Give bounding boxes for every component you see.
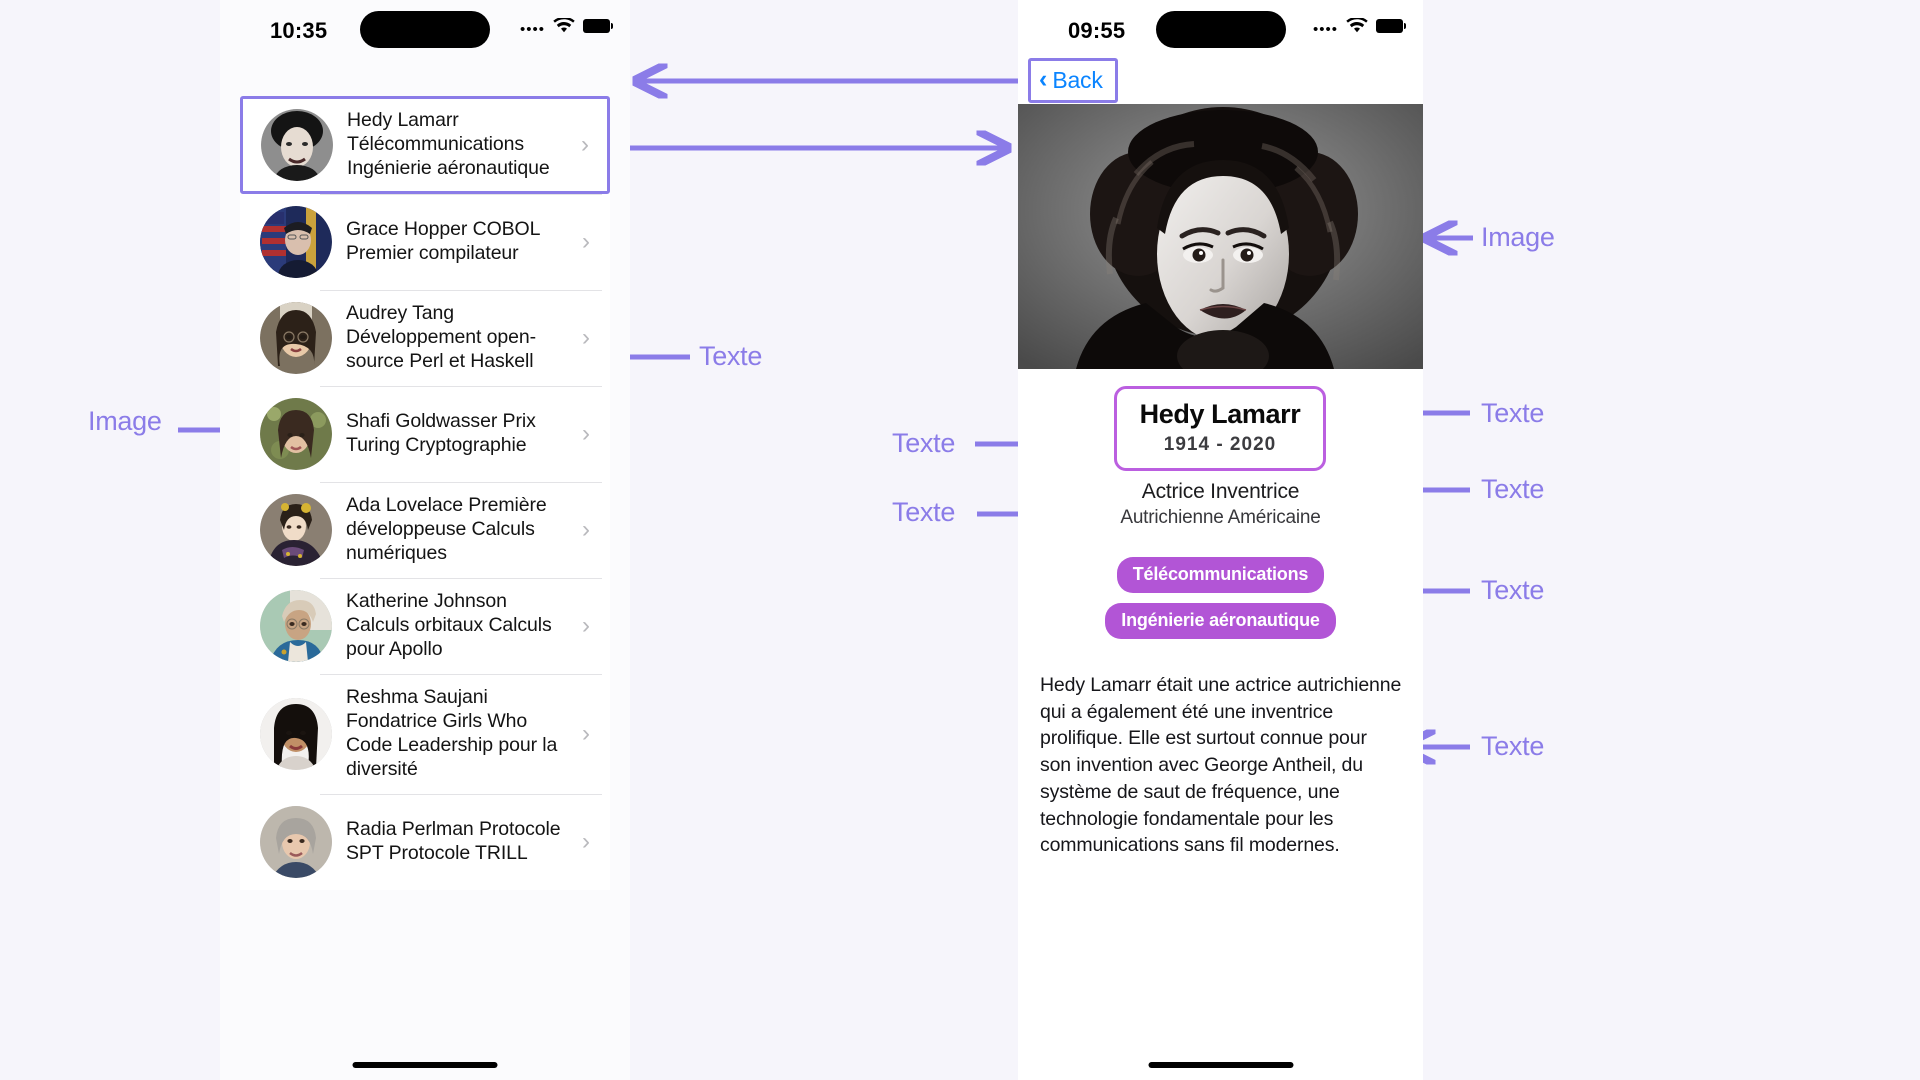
dynamic-island bbox=[1155, 11, 1286, 48]
list-item[interactable]: Grace Hopper COBOL Premier compilateur › bbox=[240, 194, 610, 290]
status-bar-indicators: •••• bbox=[519, 18, 613, 38]
chevron-right-icon: › bbox=[582, 324, 590, 351]
person-name: Hedy Lamarr bbox=[1139, 399, 1301, 429]
dynamic-island bbox=[360, 11, 490, 48]
hedy-lamarr-portrait bbox=[1018, 104, 1423, 369]
list-item-label: Audrey Tang Développement open-source Pe… bbox=[346, 302, 536, 372]
status-bar-indicators: •••• bbox=[1312, 18, 1406, 38]
status-bar-time: 09:55 bbox=[1068, 18, 1126, 43]
person-dates: 1914 - 2020 bbox=[1163, 434, 1277, 455]
annotation-text-list: Texte bbox=[699, 341, 763, 371]
radia-perlman-avatar bbox=[260, 805, 332, 878]
chevron-right-icon: › bbox=[581, 131, 589, 158]
signal-dots-icon: •••• bbox=[519, 20, 545, 38]
list-item-label: Shafi Goldwasser Prix Turing Cryptograph… bbox=[346, 410, 536, 456]
tag-badge[interactable]: Ingénierie aéronautique bbox=[1105, 603, 1336, 639]
person-roles: Actrice Inventrice bbox=[1141, 480, 1300, 503]
tag-list: Télécommunications Ingénierie aéronautiq… bbox=[1018, 557, 1423, 639]
home-indicator bbox=[352, 1062, 498, 1068]
chevron-right-icon: › bbox=[582, 420, 590, 447]
name-card: Hedy Lamarr 1914 - 2020 bbox=[1114, 386, 1326, 471]
list-item[interactable]: Ada Lovelace Première développeuse Calcu… bbox=[240, 482, 610, 578]
phone-detail-screen: 09:55 •••• ‹ Back Hedy Lamarr 1914 - 202… bbox=[1018, 0, 1423, 1080]
annotation-image-detail: Image bbox=[1481, 222, 1555, 252]
list-item[interactable]: Radia Perlman Protocole SPT Protocole TR… bbox=[240, 793, 610, 890]
chevron-right-icon: › bbox=[582, 827, 590, 855]
home-indicator bbox=[1148, 1062, 1293, 1068]
chevron-right-icon: › bbox=[582, 516, 590, 543]
list-item[interactable]: Shafi Goldwasser Prix Turing Cryptograph… bbox=[240, 386, 610, 482]
annotation-text-dates: Texte bbox=[892, 428, 956, 458]
status-bar-list: 10:35 •••• bbox=[220, 0, 630, 76]
back-button[interactable]: ‹ Back bbox=[1028, 58, 1118, 103]
grace-hopper-avatar bbox=[260, 206, 332, 278]
signal-dots-icon: •••• bbox=[1312, 20, 1338, 38]
battery-icon bbox=[1376, 19, 1406, 33]
biography-text: Hedy Lamarr était une actrice autrichien… bbox=[1040, 674, 1402, 857]
wifi-icon bbox=[553, 18, 575, 34]
list-item-label: Reshma Saujani Fondatrice Girls Who Code… bbox=[346, 686, 558, 780]
people-list: Hedy Lamarr Télécommunications Ingénieri… bbox=[240, 96, 610, 890]
chevron-right-icon: › bbox=[582, 719, 590, 747]
reshma-saujani-avatar bbox=[260, 697, 332, 770]
phone-list-screen: 10:35 •••• Hedy Lamarr Télécommunication… bbox=[220, 0, 630, 1080]
annotation-text-roles: Texte bbox=[1481, 474, 1545, 504]
annotation-text-nationalities: Texte bbox=[892, 497, 956, 527]
list-item[interactable]: Hedy Lamarr Télécommunications Ingénieri… bbox=[240, 96, 610, 194]
tag-badge[interactable]: Télécommunications bbox=[1116, 557, 1325, 593]
screenshot-stage: Image Texte Image Texte Texte Texte Text… bbox=[0, 0, 1920, 1080]
chevron-right-icon: › bbox=[582, 228, 590, 255]
list-item-label: Katherine Johnson Calculs orbitaux Calcu… bbox=[346, 590, 552, 660]
back-button-label: Back bbox=[1052, 67, 1103, 93]
list-item-label: Radia Perlman Protocole SPT Protocole TR… bbox=[346, 817, 561, 864]
hedy-lamarr-avatar bbox=[261, 109, 333, 181]
ada-lovelace-avatar bbox=[260, 494, 332, 566]
chevron-right-icon: › bbox=[582, 612, 590, 639]
list-item[interactable]: Audrey Tang Développement open-source Pe… bbox=[240, 290, 610, 386]
annotation-text-bio: Texte bbox=[1481, 731, 1545, 761]
annotation-text-tags: Texte bbox=[1481, 575, 1545, 605]
audrey-tang-avatar bbox=[260, 302, 332, 374]
annotation-image-list: Image bbox=[88, 406, 162, 436]
list-item[interactable]: Katherine Johnson Calculs orbitaux Calcu… bbox=[240, 578, 610, 674]
list-item-label: Ada Lovelace Première développeuse Calcu… bbox=[346, 494, 547, 564]
status-bar-time: 10:35 bbox=[270, 18, 328, 43]
katherine-johnson-avatar bbox=[260, 590, 332, 662]
wifi-icon bbox=[1346, 18, 1368, 34]
list-item-label: Grace Hopper COBOL Premier compilateur bbox=[346, 218, 540, 264]
battery-icon bbox=[583, 19, 613, 33]
annotation-text-name: Texte bbox=[1481, 398, 1545, 428]
shafi-goldwasser-avatar bbox=[260, 398, 332, 470]
list-item[interactable]: Reshma Saujani Fondatrice Girls Who Code… bbox=[240, 674, 610, 794]
person-nationalities: Autrichienne Américaine bbox=[1120, 507, 1321, 528]
list-item-label: Hedy Lamarr Télécommunications Ingénieri… bbox=[347, 109, 550, 179]
chevron-left-icon: ‹ bbox=[1039, 65, 1048, 93]
